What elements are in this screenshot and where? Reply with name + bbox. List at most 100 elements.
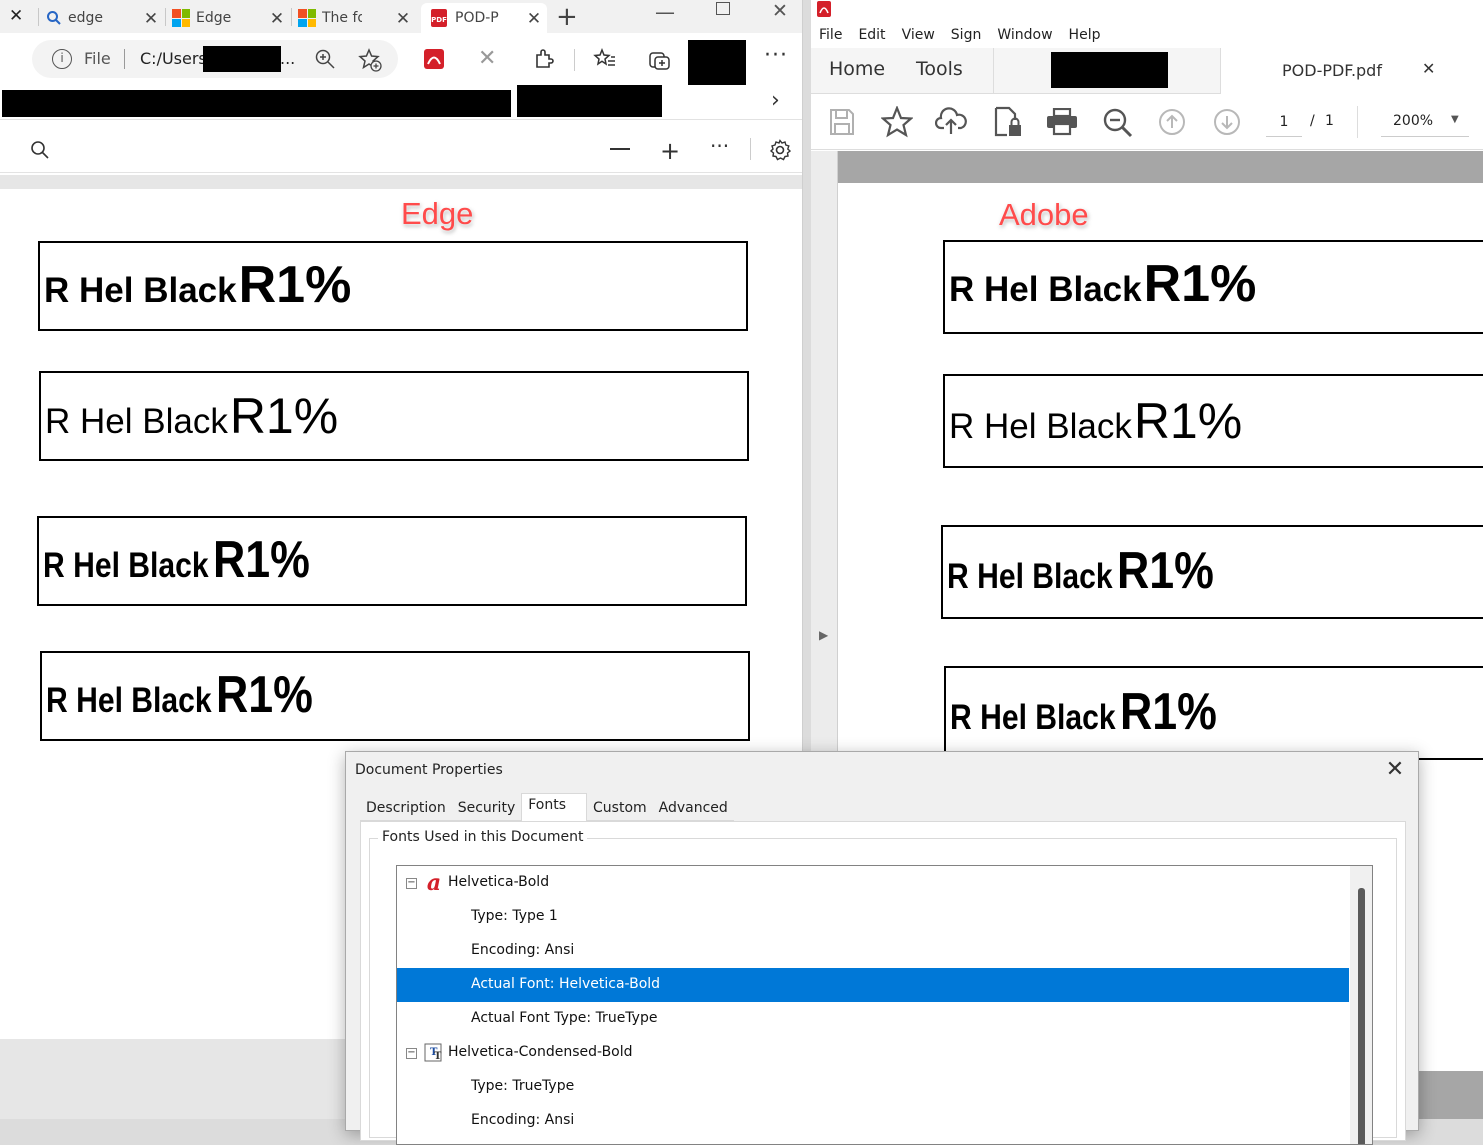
font-detail-row[interactable]: Type: Type 1 — [397, 900, 1349, 934]
settings-gear-icon[interactable] — [769, 139, 791, 161]
zoom-in-icon[interactable]: + — [660, 137, 680, 165]
font-detail: Encoding: Ansi — [471, 1112, 575, 1128]
sample-text-large: R1% — [1119, 683, 1217, 741]
pdf-viewer-toolbar: + ··· — [0, 128, 802, 173]
expand-panel-icon[interactable]: ▶ — [819, 628, 828, 642]
adobe-title-bar — [811, 0, 1483, 22]
tab-pod-pdf[interactable]: PDF POD-PDF ✕ — [421, 3, 547, 33]
collapse-icon[interactable]: − — [406, 1047, 417, 1059]
pdf-extension-icon[interactable] — [423, 48, 445, 70]
more-options-icon[interactable]: ··· — [764, 43, 788, 68]
tab-fonts[interactable]: Fonts — [521, 793, 588, 821]
profile-avatar[interactable] — [688, 40, 746, 88]
sample-text-regular: R Hel Black — [43, 546, 209, 585]
favorites-icon[interactable] — [593, 48, 617, 70]
sample-text-regular: R Hel Black — [949, 407, 1132, 446]
info-icon[interactable]: i — [52, 49, 72, 69]
tab-description[interactable]: Description — [360, 795, 452, 821]
menu-view[interactable]: View — [902, 27, 935, 43]
zoom-icon[interactable] — [314, 48, 336, 70]
close-tab-icon[interactable]: ✕ — [268, 9, 286, 29]
extension-x-icon[interactable]: ✕ — [478, 46, 496, 71]
tree-scrollbar[interactable] — [1350, 866, 1372, 1144]
acrobat-logo-icon — [817, 1, 831, 17]
sample-text-regular: R Hel Black — [45, 402, 228, 441]
upload-cloud-icon[interactable] — [935, 106, 967, 136]
address-ellipsis: ... — [280, 49, 296, 68]
close-window-icon[interactable]: ✕ — [772, 0, 788, 22]
tab-home[interactable]: Home — [829, 58, 885, 80]
menu-help[interactable]: Help — [1069, 27, 1101, 43]
more-options-icon[interactable]: ··· — [710, 134, 729, 158]
edge-sample-box-3: R Hel Black R1% — [37, 516, 747, 606]
address-path: C:/Users — [140, 49, 207, 68]
new-tab-icon[interactable]: + — [556, 2, 578, 32]
tab-the-font[interactable]: The font ✕ — [298, 3, 416, 33]
tab-custom[interactable]: Custom — [587, 795, 653, 821]
menu-window[interactable]: Window — [997, 27, 1052, 43]
menu-edit[interactable]: Edit — [858, 27, 885, 43]
next-page-icon[interactable] — [1213, 108, 1241, 136]
close-tab-icon[interactable]: ✕ — [1422, 59, 1435, 78]
fonts-group-label: Fonts Used in this Document — [378, 829, 588, 845]
dialog-tabs: Description Security Fonts Custom Advanc… — [360, 793, 734, 821]
search-icon[interactable] — [30, 140, 50, 160]
zoom-dropdown[interactable]: 200% ▼ — [1381, 109, 1469, 137]
redacted-favorites — [2, 90, 511, 117]
bookmark-star-icon[interactable] — [881, 106, 913, 138]
close-tab-icon[interactable]: ✕ — [142, 9, 160, 29]
zoom-out-icon[interactable] — [610, 148, 630, 150]
page-gap — [1418, 1071, 1483, 1119]
font-detail-row[interactable]: Encoding: Ansi — [397, 934, 1349, 968]
minimize-icon[interactable]: — — [655, 0, 675, 24]
tab-edge-cannot[interactable]: Edge cannot ✕ — [172, 3, 290, 33]
sample-text-large: R1% — [1143, 255, 1257, 313]
tab-advanced[interactable]: Advanced — [652, 795, 734, 821]
page-number-input[interactable]: 1 — [1266, 111, 1302, 137]
address-bar[interactable]: i File C:/Users ... — [32, 40, 398, 78]
previous-page-icon[interactable] — [1158, 108, 1186, 136]
add-favorite-icon[interactable] — [358, 48, 382, 72]
menu-file[interactable]: File — [819, 27, 842, 43]
close-tab-icon[interactable]: ✕ — [394, 9, 412, 29]
extensions-icon[interactable] — [533, 48, 555, 70]
edge-toolbar: i File C:/Users ... ✕ ··· — [0, 33, 802, 88]
menu-sign[interactable]: Sign — [951, 27, 982, 43]
chevron-right-icon[interactable]: › — [771, 88, 780, 113]
edge-sample-box-2: R Hel Black R1% — [39, 371, 749, 461]
close-icon[interactable]: ✕ — [1382, 757, 1408, 783]
microsoft-logo-icon — [172, 9, 190, 27]
font-detail-row-selected[interactable]: Actual Font: Helvetica-Bold — [397, 968, 1349, 1002]
close-icon[interactable]: ✕ — [9, 6, 23, 26]
font-detail-row[interactable]: Type: TrueType — [397, 1070, 1349, 1104]
type1-font-icon: a — [423, 872, 445, 894]
sample-text-large: R1% — [1133, 393, 1243, 449]
font-detail-row[interactable]: Actual Font Type: TrueType — [397, 1002, 1349, 1036]
tab-security[interactable]: Security — [451, 795, 522, 821]
redacted-tab — [1051, 52, 1168, 88]
protect-document-icon[interactable] — [993, 106, 1023, 138]
tab-document[interactable]: POD-PDF.pdf ✕ — [1220, 48, 1483, 94]
collapse-icon[interactable]: − — [406, 877, 417, 889]
adobe-sample-box-4: R Hel Black R1% — [944, 666, 1483, 760]
font-tree-node[interactable]: − TT Helvetica-Condensed-Bold — [397, 1036, 1349, 1070]
sample-text-large: R1% — [1116, 542, 1214, 600]
microsoft-logo-icon — [298, 9, 316, 27]
svg-text:a: a — [427, 872, 441, 894]
scrollbar-thumb[interactable] — [1358, 888, 1365, 1144]
font-tree[interactable]: − a Helvetica-Bold Type: Type 1 Encoding… — [396, 865, 1373, 1145]
fonts-group: Fonts Used in this Document − a Helvetic… — [369, 829, 1397, 1145]
print-icon[interactable] — [1046, 108, 1078, 136]
tab-tools[interactable]: Tools — [916, 58, 963, 80]
font-tree-node[interactable]: − a Helvetica-Bold — [397, 866, 1349, 900]
save-icon[interactable] — [829, 108, 855, 136]
close-tab-icon[interactable]: ✕ — [525, 9, 543, 29]
tab-edge-pdf[interactable]: edge PDF ✕ — [46, 3, 164, 33]
sample-text-regular: R Hel Black — [949, 270, 1142, 309]
toolbar-divider — [574, 49, 575, 71]
maximize-icon[interactable] — [716, 2, 730, 15]
collections-icon[interactable] — [648, 48, 672, 72]
font-detail-row[interactable]: Encoding: Ansi — [397, 1104, 1349, 1138]
address-scheme: File — [84, 49, 111, 68]
zoom-out-magnifier-icon[interactable] — [1102, 107, 1134, 139]
